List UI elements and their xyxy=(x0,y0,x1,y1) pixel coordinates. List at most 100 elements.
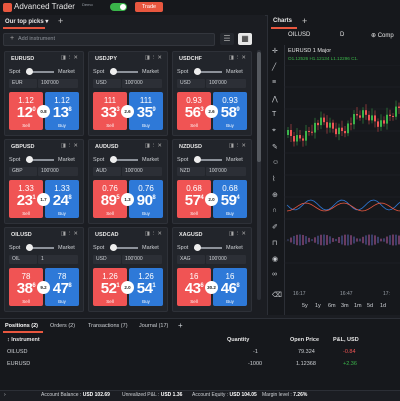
range-5d[interactable]: 5d xyxy=(367,303,373,309)
tile-symbol[interactable]: GBPUSD xyxy=(11,144,35,150)
tab-transactions[interactable]: Transactions (7) xyxy=(88,323,128,329)
zoom-in-icon[interactable]: ⊕ xyxy=(272,191,278,199)
instrument-select[interactable]: GBP xyxy=(9,167,37,176)
quantity-input[interactable]: 100'000 xyxy=(206,79,246,88)
slider-knob[interactable] xyxy=(194,244,201,251)
close-icon[interactable]: ✕ xyxy=(157,143,163,149)
instrument-select[interactable]: USD xyxy=(93,255,121,264)
quantity-input[interactable]: 100'000 xyxy=(206,167,246,176)
crosshair-icon[interactable]: ✛ xyxy=(272,47,278,55)
instrument-select[interactable]: NZD xyxy=(177,167,205,176)
trash-icon[interactable]: ⌫ xyxy=(272,291,282,299)
column-header-pnl[interactable]: P&L, USD xyxy=(333,337,359,343)
lock-draw-icon[interactable]: ✐ xyxy=(272,223,278,231)
instrument-select[interactable]: XAG xyxy=(177,255,205,264)
tab-our-top-picks[interactable]: Our top picks ▾ xyxy=(5,18,48,25)
interval-selector[interactable]: D xyxy=(340,32,344,38)
buy-button[interactable]: 0.76 908 Buy xyxy=(129,180,163,218)
buy-button[interactable]: 1.12 138 Buy xyxy=(45,92,79,130)
slider-knob[interactable] xyxy=(26,244,33,251)
tile-symbol[interactable]: XAGUSD xyxy=(179,232,203,238)
range-1m[interactable]: 1m xyxy=(354,303,362,309)
trade-button[interactable]: Trade xyxy=(135,2,163,12)
text-icon[interactable]: T xyxy=(272,111,276,118)
price-chart[interactable] xyxy=(284,65,400,290)
tile-symbol[interactable]: NZDUSD xyxy=(179,144,202,150)
add-tab-button[interactable]: + xyxy=(58,16,63,26)
close-icon[interactable]: ✕ xyxy=(73,55,79,61)
tile-view-button[interactable]: ▦ xyxy=(238,33,252,45)
column-header-instrument[interactable]: ↕ Instrument xyxy=(7,337,40,343)
buy-button[interactable]: 78 478 Buy xyxy=(45,268,79,306)
instrument-select[interactable]: AUD xyxy=(93,167,121,176)
tab-journal[interactable]: Journal (17) xyxy=(139,323,168,329)
link-icon[interactable]: ∞ xyxy=(272,271,277,278)
slider-knob[interactable] xyxy=(194,156,201,163)
tile-symbol[interactable]: AUDUSD xyxy=(95,144,119,150)
slider-knob[interactable] xyxy=(26,68,33,75)
close-icon[interactable]: ✕ xyxy=(157,55,163,61)
close-icon[interactable]: ✕ xyxy=(73,143,79,149)
buy-button[interactable]: 111 359 Buy xyxy=(129,92,163,130)
close-icon[interactable]: ✕ xyxy=(157,231,163,237)
buy-button[interactable]: 1.26 541 Buy xyxy=(129,268,163,306)
slider-knob[interactable] xyxy=(26,156,33,163)
close-icon[interactable]: ✕ xyxy=(241,143,247,149)
measure-icon[interactable]: ⌖ xyxy=(272,127,276,135)
add-chart-button[interactable]: + xyxy=(302,16,307,26)
magnet-icon[interactable]: ∩ xyxy=(272,207,277,214)
close-icon[interactable]: ✕ xyxy=(73,231,79,237)
pattern-icon[interactable]: ⋀ xyxy=(272,95,278,103)
column-header-quantity[interactable]: Quantity xyxy=(227,337,249,343)
range-6m[interactable]: 6m xyxy=(328,303,336,309)
position-instrument[interactable]: OILUSD xyxy=(7,349,27,355)
buy-button[interactable]: 0.93 589 Buy xyxy=(213,92,247,130)
chevron-right-icon[interactable]: › xyxy=(4,392,6,398)
tile-symbol[interactable]: USDCAD xyxy=(95,232,119,238)
fib-icon[interactable]: ≡ xyxy=(272,79,276,86)
column-header-open-price[interactable]: Open Price xyxy=(290,337,319,343)
tile-symbol[interactable]: OILUSD xyxy=(11,232,32,238)
tab-positions[interactable]: Positions (2) xyxy=(5,323,38,329)
quantity-input[interactable]: 100'000 xyxy=(122,167,162,176)
instrument-select[interactable]: EUR xyxy=(9,79,37,88)
ruler-icon[interactable]: ⌇ xyxy=(272,175,275,183)
tile-symbol[interactable]: EURUSD xyxy=(11,56,34,62)
close-icon[interactable]: ✕ xyxy=(241,231,247,237)
quantity-input[interactable]: 100'000 xyxy=(206,255,246,264)
demo-toggle[interactable] xyxy=(110,3,127,11)
quantity-input[interactable]: 100'000 xyxy=(122,79,162,88)
buy-button[interactable]: 1.33 248 Buy xyxy=(45,180,79,218)
range-1y[interactable]: 1y xyxy=(315,303,321,309)
tab-charts[interactable]: Charts xyxy=(273,18,292,24)
slider-knob[interactable] xyxy=(194,68,201,75)
tab-orders[interactable]: Orders (2) xyxy=(50,323,75,329)
list-view-button[interactable]: ☰ xyxy=(220,33,234,45)
watchlist-scroll-thumb[interactable] xyxy=(257,52,261,162)
slider-knob[interactable] xyxy=(110,244,117,251)
buy-button[interactable]: 0.68 594 Buy xyxy=(213,180,247,218)
quantity-input[interactable]: 1 xyxy=(38,255,78,264)
trend-line-icon[interactable]: ╱ xyxy=(272,63,276,71)
slider-knob[interactable] xyxy=(110,68,117,75)
quantity-input[interactable]: 100'000 xyxy=(38,167,78,176)
range-1d[interactable]: 1d xyxy=(380,303,386,309)
instrument-select[interactable]: USD xyxy=(93,79,121,88)
slider-knob[interactable] xyxy=(110,156,117,163)
brush-icon[interactable]: ✎ xyxy=(272,143,278,151)
instrument-select[interactable]: USD xyxy=(177,79,205,88)
buy-button[interactable]: 16 468 Buy xyxy=(213,268,247,306)
range-5y[interactable]: 5y xyxy=(302,303,308,309)
instrument-select[interactable]: OIL xyxy=(9,255,37,264)
compare-button[interactable]: ⊕ Comp xyxy=(371,32,394,39)
add-tab-button[interactable]: + xyxy=(178,321,183,330)
tile-symbol[interactable]: USDCHF xyxy=(179,56,202,62)
chart-symbol-selector[interactable]: OILUSD xyxy=(288,32,310,38)
position-instrument[interactable]: EURUSD xyxy=(7,361,30,367)
add-instrument-input[interactable]: + Add instrument xyxy=(3,33,215,46)
range-3m[interactable]: 3m xyxy=(341,303,349,309)
tile-symbol[interactable]: USDJPY xyxy=(95,56,117,62)
lock-icon[interactable]: ⊓ xyxy=(272,239,277,247)
eye-icon[interactable]: ◉ xyxy=(272,255,278,263)
quantity-input[interactable]: 100'000 xyxy=(122,255,162,264)
